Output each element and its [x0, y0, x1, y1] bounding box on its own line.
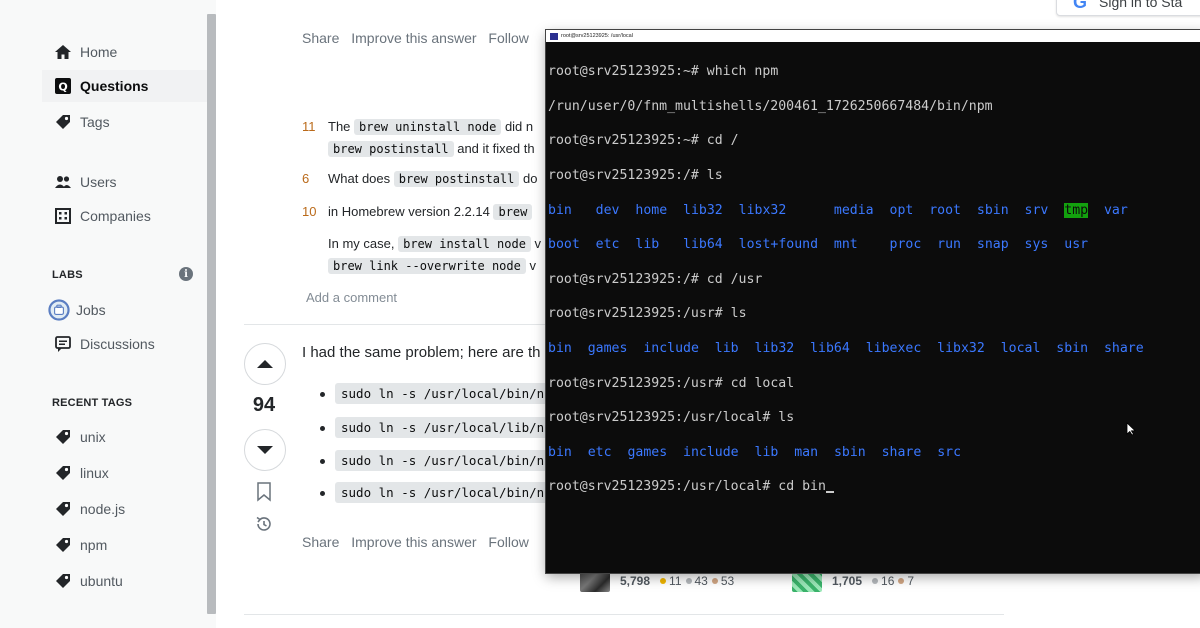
history-icon[interactable] — [254, 514, 274, 539]
answer-body: I had the same problem; here are th — [302, 344, 541, 361]
tag-icon — [52, 111, 74, 133]
vote-count: 94 — [252, 394, 276, 416]
google-signin-button[interactable]: G Sign in to Sta — [1056, 0, 1200, 16]
terminal-cursor — [825, 490, 834, 493]
improve-link[interactable]: Improve this answer — [351, 534, 476, 550]
nav-questions-label: Questions — [80, 78, 149, 94]
terminal-title: root@srv25123925: /usr/local — [561, 33, 633, 39]
list-item: sudo ln -s /usr/local/lib/nc — [320, 417, 558, 438]
terminal-titlebar[interactable]: root@srv25123925: /usr/local — [546, 30, 1200, 42]
recent-tag-linux[interactable]: linux — [42, 457, 207, 489]
comment: 11 The brew uninstall node did n brew pos… — [302, 116, 535, 160]
nav-tags[interactable]: Tags — [42, 106, 207, 138]
nav-home[interactable]: Home — [42, 36, 207, 68]
list-item: sudo ln -s /usr/local/bin/nc — [320, 383, 558, 404]
comment: 6 What does brew postinstall do — [302, 168, 537, 190]
list-item: sudo ln -s /usr/local/bin/np — [320, 450, 558, 471]
recent-tag-label: npm — [80, 537, 108, 553]
nav-jobs[interactable]: Jobs — [42, 294, 207, 326]
comment-score: 11 — [302, 119, 316, 134]
bookmark-icon[interactable] — [256, 482, 272, 507]
recent-tag-label: ubuntu — [80, 573, 123, 589]
tag-icon — [52, 570, 74, 592]
svg-text:Q: Q — [58, 81, 67, 94]
terminal-window[interactable]: root@srv25123925: /usr/local root@srv251… — [546, 30, 1200, 573]
recent-tag-nodejs[interactable]: node.js — [42, 493, 207, 525]
home-icon — [52, 41, 74, 63]
terminal-icon — [550, 32, 558, 40]
recent-tag-npm[interactable]: npm — [42, 529, 207, 561]
arrow-up-icon — [257, 360, 273, 368]
jobs-icon — [48, 299, 70, 321]
reputation: 1,705 — [832, 574, 863, 588]
share-link[interactable]: Share — [302, 30, 339, 46]
tag-icon — [52, 462, 74, 484]
recent-tag-ubuntu[interactable]: ubuntu — [42, 565, 207, 597]
recent-tag-label: linux — [80, 465, 109, 481]
user-card-author: 1,705 16 7 — [792, 570, 914, 592]
post-menu: Share Improve this answer Follow — [302, 534, 537, 550]
avatar[interactable] — [580, 570, 610, 592]
nav-jobs-label: Jobs — [76, 302, 106, 318]
tag-icon — [52, 426, 74, 448]
list-item: sudo ln -s /usr/local/bin/nc — [320, 482, 558, 503]
recent-tag-unix[interactable]: unix — [42, 421, 207, 453]
comment: In my case, brew install node v brew lin… — [328, 236, 542, 274]
nav-users[interactable]: Users — [42, 166, 207, 198]
follow-link[interactable]: Follow — [488, 534, 528, 550]
comment-score: 6 — [302, 171, 310, 186]
nav-questions[interactable]: Q Questions — [42, 70, 207, 102]
tag-icon — [52, 534, 74, 556]
recent-tag-label: node.js — [80, 501, 126, 517]
reputation: 5,798 — [620, 574, 651, 588]
add-comment-link[interactable]: Add a comment — [306, 290, 397, 305]
upvote-button[interactable] — [244, 343, 286, 385]
mouse-pointer-icon — [1126, 422, 1136, 441]
labs-heading: LABS — [52, 269, 83, 281]
users-icon — [52, 171, 74, 193]
info-icon[interactable]: i — [179, 267, 193, 281]
divider — [244, 614, 1004, 615]
user-card-editor: 5,798 11 43 53 — [580, 570, 734, 592]
nav-companies-label: Companies — [80, 208, 151, 224]
nav-discussions[interactable]: Discussions — [42, 328, 207, 360]
comment: 10 in Homebrew version 2.2.14 brew — [302, 201, 533, 223]
arrow-down-icon — [257, 446, 273, 454]
recent-tag-label: unix — [80, 429, 106, 445]
recent-tags-heading: RECENT TAGS — [52, 397, 133, 409]
companies-icon — [52, 205, 74, 227]
terminal-output[interactable]: root@srv25123925:~# which npm /run/user/… — [546, 42, 1200, 530]
post-menu: Share Improve this answer Follow — [302, 30, 537, 46]
avatar[interactable] — [792, 570, 822, 592]
discussions-icon — [52, 333, 74, 355]
sidebar-scrollbar[interactable] — [207, 14, 216, 614]
improve-link[interactable]: Improve this answer — [351, 30, 476, 46]
google-logo-icon: G — [1073, 0, 1088, 12]
downvote-button[interactable] — [244, 429, 286, 471]
google-signin-label: Sign in to Sta — [1099, 0, 1183, 10]
nav-users-label: Users — [80, 174, 117, 190]
left-sidebar: Home Q Questions Tags Users Companies LA… — [0, 0, 210, 628]
nav-discussions-label: Discussions — [80, 336, 155, 352]
nav-companies[interactable]: Companies — [42, 200, 207, 232]
tag-icon — [52, 498, 74, 520]
comment-score: 10 — [302, 204, 317, 219]
follow-link[interactable]: Follow — [488, 30, 528, 46]
nav-tags-label: Tags — [80, 114, 110, 130]
share-link[interactable]: Share — [302, 534, 339, 550]
nav-home-label: Home — [80, 44, 118, 60]
questions-icon: Q — [52, 75, 74, 97]
